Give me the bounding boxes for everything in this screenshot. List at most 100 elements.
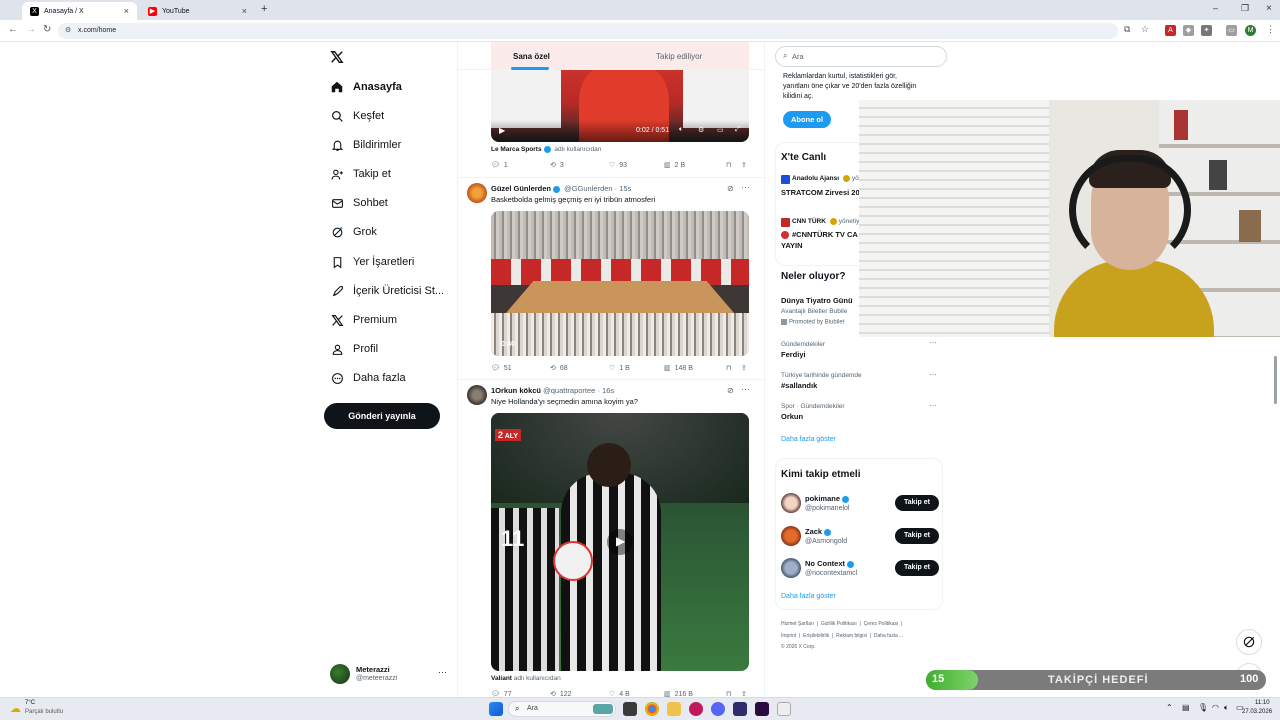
bookmark-star-icon[interactable]: ☆ xyxy=(1141,24,1149,35)
play-icon[interactable]: ▶ xyxy=(616,534,625,548)
search-box[interactable]: ⌕ Ara xyxy=(775,46,947,67)
like-button[interactable]: ♡ 1 B xyxy=(609,364,630,373)
trend-name[interactable]: Orkun xyxy=(781,412,803,421)
more-dots-icon[interactable]: ··· xyxy=(741,182,750,192)
new-tab-icon[interactable]: + xyxy=(261,3,267,15)
live-item-source[interactable]: CNN TÜRK yönetiy xyxy=(792,218,859,225)
more-dots-icon[interactable]: ··· xyxy=(929,401,937,410)
grok-icon[interactable]: ⊘ xyxy=(727,386,734,395)
more-dots-icon[interactable]: ··· xyxy=(929,338,937,347)
grok-float-button[interactable] xyxy=(1236,629,1262,655)
capcut-icon[interactable] xyxy=(777,702,791,716)
suggestion-name[interactable]: No Context xyxy=(805,559,856,568)
close-window-icon[interactable]: × xyxy=(1266,3,1272,14)
profile-avatar[interactable]: M xyxy=(1245,25,1256,36)
chevron-up-icon[interactable]: ⌃ xyxy=(1166,703,1173,712)
fullscreen-icon[interactable]: ⤢ xyxy=(735,126,741,134)
more-dots-icon[interactable]: ··· xyxy=(929,370,937,379)
wifi-icon[interactable]: ◠ xyxy=(1212,703,1219,712)
follow-button[interactable]: Takip et xyxy=(895,528,939,544)
extensions-icon[interactable]: ✦ xyxy=(1201,25,1212,36)
play-icon[interactable]: ▶ xyxy=(499,126,505,135)
share-icon[interactable]: ⇪ xyxy=(741,364,747,372)
nav-item-premium[interactable]: Premium xyxy=(330,310,397,330)
nav-item-more[interactable]: Daha fazla xyxy=(330,368,406,388)
volume-icon[interactable]: 🔈︎ xyxy=(1224,703,1229,713)
trend-name[interactable]: Ferdiyi xyxy=(781,350,806,359)
views-button[interactable]: ▥ 2 B xyxy=(664,161,685,170)
more-dots-icon[interactable]: ··· xyxy=(741,384,750,394)
file-explorer-icon[interactable] xyxy=(667,702,681,716)
discord-icon[interactable] xyxy=(711,702,725,716)
reply-button[interactable]: 💬︎ 51 xyxy=(491,364,512,373)
views-button[interactable]: ▥ 148 B xyxy=(664,364,693,373)
tab-following[interactable]: Takip ediliyor xyxy=(656,52,702,61)
clock-date[interactable]: 27.03.2026 xyxy=(1242,709,1272,715)
close-tab-icon[interactable]: × xyxy=(242,6,247,16)
forward-icon[interactable]: → xyxy=(26,24,36,35)
author-name[interactable]: 1Orkun kökcü xyxy=(491,386,541,395)
author-handle[interactable]: @quattraportee · 16s xyxy=(543,386,614,395)
share-icon[interactable]: ⇪ xyxy=(741,161,747,169)
tab-for-you[interactable]: Sana özel xyxy=(513,52,550,61)
nav-item-explore[interactable]: Keşfet xyxy=(330,106,384,126)
footer-link[interactable]: Gizlilik Politikası xyxy=(821,621,857,627)
nav-item-bookmarks[interactable]: Yer İşaretleri xyxy=(330,252,414,272)
live-item-title[interactable]: #CNNTÜRK TV CA xyxy=(792,230,858,239)
video-player[interactable]: 2 ALY 11 ▶ xyxy=(491,413,749,671)
url-input[interactable]: ⚙ x.com/home xyxy=(58,23,1118,39)
footer-link[interactable]: Reklam bilgisi xyxy=(836,633,867,639)
x-logo-icon[interactable] xyxy=(330,50,344,69)
nav-item-chat[interactable]: Sohbet xyxy=(330,193,388,213)
premiere-icon[interactable] xyxy=(733,702,747,716)
author-handle[interactable]: @GGunlerden · 15s xyxy=(564,184,631,193)
video-credit[interactable]: Le Marca Sports adlı kullanıcıdan xyxy=(491,146,601,153)
more-dots-icon[interactable]: ··· xyxy=(438,667,447,677)
volume-icon[interactable]: 🔈︎ xyxy=(679,126,683,134)
reply-button[interactable]: 💬︎ 1 xyxy=(491,161,508,170)
nav-item-creator-studio[interactable]: İçerik Üreticisi St... xyxy=(330,281,444,301)
sidebar-icon[interactable]: ▭ xyxy=(1226,25,1237,36)
subscribe-button[interactable]: Abone ol xyxy=(783,111,831,128)
footer-link[interactable]: Imprint xyxy=(781,633,796,639)
nav-item-home[interactable]: Anasayfa xyxy=(330,77,402,97)
clock-time[interactable]: 11:10 xyxy=(1255,700,1270,706)
nav-item-grok[interactable]: Grok xyxy=(330,222,377,242)
nav-item-profile[interactable]: Profil xyxy=(330,339,378,359)
pip-icon[interactable]: ▭ xyxy=(717,126,724,134)
show-more-suggestions-link[interactable]: Daha fazla göster xyxy=(781,593,836,600)
pdf-extension-icon[interactable]: A xyxy=(1165,25,1176,36)
weather-temp[interactable]: 7°C xyxy=(25,700,35,706)
back-icon[interactable]: ← xyxy=(8,24,18,35)
avatar[interactable] xyxy=(781,526,801,546)
start-icon[interactable] xyxy=(489,702,503,716)
page-scrollbar[interactable] xyxy=(1274,356,1277,404)
taskbar-search[interactable]: ⌕ Ara xyxy=(508,701,616,717)
bookmark-icon[interactable]: ⊓ xyxy=(726,161,731,169)
nav-item-notifications[interactable]: Bildirimler xyxy=(330,135,401,155)
video-player[interactable]: 0:40 xyxy=(491,211,749,356)
footer-link[interactable]: Daha fazla ... xyxy=(874,633,903,639)
grok-icon[interactable]: ⊘ xyxy=(727,184,734,193)
close-tab-icon[interactable]: × xyxy=(124,6,129,16)
shield-extension-icon[interactable]: ◆ xyxy=(1183,25,1194,36)
tab-x-home[interactable]: X Anasayfa / X × xyxy=(22,2,137,20)
follow-button[interactable]: Takip et xyxy=(895,560,939,576)
author-name[interactable]: Güzel Günlerden xyxy=(491,184,551,193)
retweet-button[interactable]: ⟲ 68 xyxy=(550,364,568,373)
chrome-icon[interactable] xyxy=(645,702,659,716)
follow-button[interactable]: Takip et xyxy=(895,495,939,511)
live-item-title[interactable]: STRATCOM Zirvesi 20 xyxy=(781,188,860,197)
account-switcher[interactable]: Meterazzi @meteerazzi ··· xyxy=(330,664,450,688)
post-button[interactable]: Gönderi yayınla xyxy=(324,403,440,429)
footer-link[interactable]: Hizmet Şartları xyxy=(781,621,814,627)
live-item-source[interactable]: Anadolu Ajansı yön xyxy=(792,175,862,182)
install-app-icon[interactable]: ⧉ xyxy=(1124,24,1130,35)
nav-item-follow[interactable]: Takip et xyxy=(330,164,391,184)
suggestion-name[interactable]: Zack xyxy=(805,527,833,536)
reload-icon[interactable]: ↻ xyxy=(43,24,51,35)
video-credit[interactable]: Valiant adlı kullanıcıdan xyxy=(491,675,561,682)
settings-icon[interactable]: ⚙ xyxy=(698,126,704,134)
like-button[interactable]: ♡ 93 xyxy=(609,161,627,170)
after-effects-icon[interactable] xyxy=(755,702,769,716)
